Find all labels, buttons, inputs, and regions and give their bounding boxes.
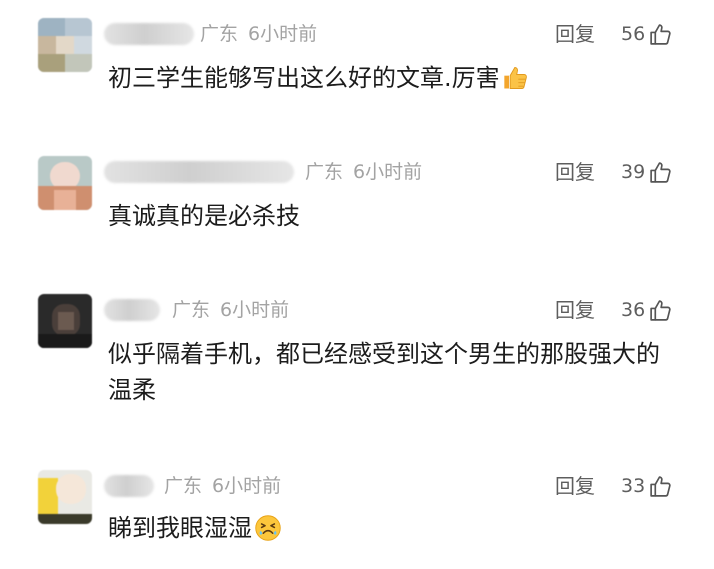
avatar[interactable]	[38, 18, 92, 72]
reply-button[interactable]: 回复	[555, 473, 595, 499]
comment-text: 睇到我眼湿湿	[108, 510, 678, 546]
comment-text: 似乎隔着手机，都已经感受到这个男生的那股强大的温柔	[108, 336, 674, 408]
location-label: 广东	[164, 475, 203, 497]
comment-text: 初三学生能够写出这么好的文章.厉害	[108, 60, 678, 96]
comment-meta: 广东 6小时前	[172, 297, 289, 323]
location-label: 广东	[305, 161, 344, 183]
like-button[interactable]: 36	[621, 297, 673, 323]
thumbs-up-outline-icon	[650, 161, 671, 183]
comment-text: 真诚真的是必杀技	[108, 198, 678, 234]
comment-meta: 广东 6小时前	[200, 21, 317, 47]
username-blurred[interactable]	[104, 299, 160, 321]
timestamp: 6小时前	[212, 475, 282, 497]
comment-body: 似乎隔着手机，都已经感受到这个男生的那股强大的温柔	[108, 340, 660, 404]
comment-body: 真诚真的是必杀技	[108, 202, 300, 230]
username-blurred[interactable]	[104, 161, 294, 183]
username-blurred[interactable]	[104, 23, 194, 45]
timestamp: 6小时前	[248, 23, 318, 45]
reply-button[interactable]: 回复	[555, 159, 595, 185]
thumbs-up-outline-icon	[650, 299, 671, 321]
like-button[interactable]: 39	[621, 159, 673, 185]
timestamp: 6小时前	[220, 299, 290, 321]
avatar[interactable]	[38, 294, 92, 348]
avatar[interactable]	[38, 156, 92, 210]
comment-meta: 广东 6小时前	[305, 159, 422, 185]
like-count: 39	[621, 161, 646, 183]
like-button[interactable]: 33	[621, 473, 673, 499]
timestamp: 6小时前	[353, 161, 423, 183]
reply-button[interactable]: 回复	[555, 21, 595, 47]
comment-body: 睇到我眼湿湿	[108, 514, 252, 542]
location-label: 广东	[172, 299, 211, 321]
username-blurred[interactable]	[104, 475, 154, 497]
comment-body: 初三学生能够写出这么好的文章.厉害	[108, 64, 500, 92]
thumbs-up-outline-icon	[650, 475, 671, 497]
thumbs-up-emoji	[503, 67, 527, 89]
location-label: 广东	[200, 23, 239, 45]
persevering-face-emoji	[255, 515, 281, 541]
avatar[interactable]	[38, 470, 92, 524]
comment-meta: 广东 6小时前	[164, 473, 281, 499]
like-button[interactable]: 56	[621, 21, 673, 47]
like-count: 33	[621, 475, 646, 497]
like-count: 36	[621, 299, 646, 321]
like-count: 56	[621, 23, 646, 45]
thumbs-up-outline-icon	[650, 23, 671, 45]
reply-button[interactable]: 回复	[555, 297, 595, 323]
